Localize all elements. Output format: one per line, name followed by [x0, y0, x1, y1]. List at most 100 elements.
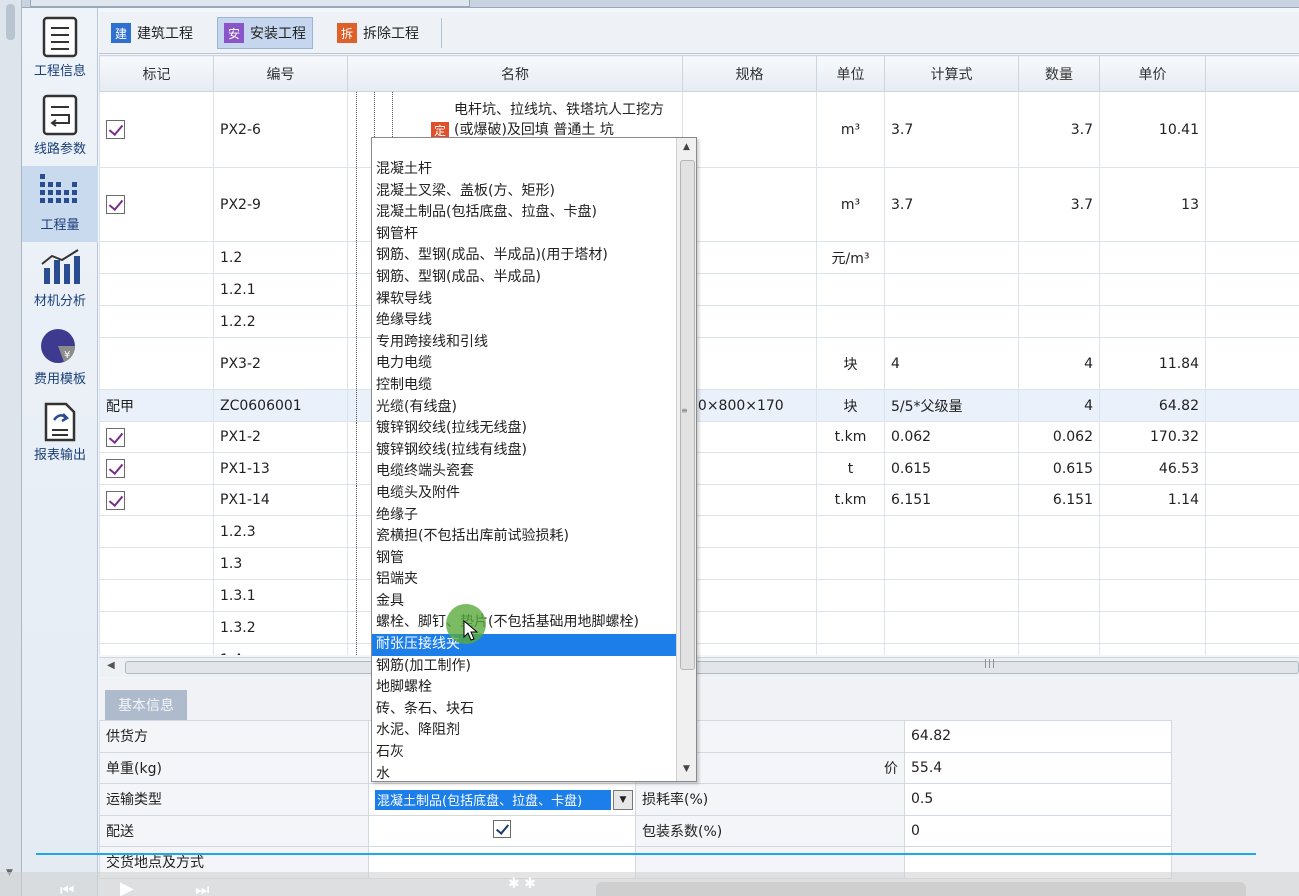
cell-qty[interactable]: [1018, 305, 1100, 338]
dropdown-option[interactable]: 专用跨接线和引线: [372, 332, 676, 354]
cell-spec[interactable]: [682, 337, 817, 390]
table-row[interactable]: 配甲 ZC0606001 00×800×170 块 5/5*父级量 4 64.82: [99, 389, 1299, 422]
dropdown-option[interactable]: 电缆头及附件: [372, 483, 676, 505]
table-row[interactable]: PX2-9 m³ 3.7 3.7 13: [99, 167, 1299, 242]
cell-unit[interactable]: m³: [816, 167, 885, 242]
nav-item-project-info[interactable]: 工程信息: [22, 12, 98, 88]
table-row[interactable]: 1.2.2: [99, 305, 1299, 338]
dropdown-option[interactable]: 耐张压接线夹: [372, 634, 676, 656]
cell-spec[interactable]: [682, 273, 817, 306]
cell-total[interactable]: [1205, 389, 1299, 422]
dropdown-scroll-thumb[interactable]: [680, 160, 695, 670]
dropdown-option[interactable]: 光缆(有线盘): [372, 397, 676, 419]
cell-price[interactable]: [1099, 611, 1206, 644]
dropdown-option[interactable]: 金具: [372, 591, 676, 613]
cell-qty[interactable]: 0.062: [1018, 421, 1100, 453]
cell-total[interactable]: [1205, 273, 1299, 306]
cell-unit[interactable]: [816, 305, 885, 338]
outer-left-scrollbar[interactable]: ▼: [0, 0, 22, 896]
cell-price[interactable]: 10.41: [1099, 91, 1206, 168]
dropdown-scrollbar[interactable]: ▲ ≡ ▼: [676, 138, 696, 781]
cell-code[interactable]: 1.2.2: [213, 305, 348, 338]
cell-code[interactable]: 1.4: [213, 643, 348, 655]
cell-qty[interactable]: [1018, 643, 1100, 655]
cell-formula[interactable]: [884, 273, 1019, 306]
info-value[interactable]: 0.5: [904, 783, 1172, 816]
cell-unit[interactable]: t.km: [816, 421, 885, 453]
cell-unit[interactable]: [816, 515, 885, 548]
cell-mark[interactable]: [99, 337, 214, 390]
nav-item-fee-template[interactable]: ¥ 费用模板: [22, 320, 98, 396]
dropdown-option[interactable]: 钢管: [372, 548, 676, 570]
chevron-down-icon[interactable]: ▼: [613, 790, 633, 811]
tab-installation[interactable]: 安 安装工程: [217, 17, 313, 49]
cell-formula[interactable]: 3.7: [884, 91, 1019, 168]
scroll-down-icon[interactable]: ▼: [683, 764, 690, 774]
cell-formula[interactable]: [884, 643, 1019, 655]
cell-spec[interactable]: [682, 452, 817, 485]
cell-price[interactable]: 13: [1099, 167, 1206, 242]
dropdown-option[interactable]: 绝缘子: [372, 505, 676, 527]
cell-total[interactable]: [1205, 91, 1299, 168]
dropdown-option[interactable]: 混凝土杆: [372, 159, 676, 181]
playback-progress-line[interactable]: [36, 853, 1256, 855]
header-price[interactable]: 单价: [1099, 55, 1206, 92]
dropdown-option[interactable]: 石灰: [372, 742, 676, 764]
cell-mark[interactable]: [99, 611, 214, 644]
cell-formula[interactable]: 6.151: [884, 484, 1019, 516]
header-spec[interactable]: 规格: [682, 55, 817, 92]
combo-value[interactable]: 混凝土制品(包括底盘、拉盘、卡盘): [375, 790, 611, 811]
cell-price[interactable]: 64.82: [1099, 389, 1206, 422]
cell-unit[interactable]: 块: [816, 389, 885, 422]
cell-spec[interactable]: [682, 305, 817, 338]
row-checkbox[interactable]: [106, 459, 125, 478]
dropdown-option[interactable]: 钢筋(加工制作): [372, 656, 676, 678]
table-row[interactable]: PX1-13 t 0.615 0.615 46.53: [99, 452, 1299, 485]
cell-mark[interactable]: [99, 484, 214, 516]
cell-unit[interactable]: 块: [816, 337, 885, 390]
cell-qty[interactable]: [1018, 273, 1100, 306]
cell-mark[interactable]: [99, 515, 214, 548]
previous-icon[interactable]: ⏮: [60, 880, 74, 896]
cell-formula[interactable]: [884, 305, 1019, 338]
dropdown-option[interactable]: 电力电缆: [372, 353, 676, 375]
cell-formula[interactable]: 0.615: [884, 452, 1019, 485]
cell-code[interactable]: 1.3.1: [213, 579, 348, 612]
cell-mark[interactable]: [99, 421, 214, 453]
table-row[interactable]: 1.2 元/m³: [99, 241, 1299, 274]
cell-total[interactable]: [1205, 305, 1299, 338]
cell-qty[interactable]: 3.7: [1018, 91, 1100, 168]
cell-qty[interactable]: [1018, 547, 1100, 580]
cell-code[interactable]: PX1-2: [213, 421, 348, 453]
cell-total[interactable]: [1205, 167, 1299, 242]
dropdown-option[interactable]: 镀锌钢绞线(拉线有线盘): [372, 440, 676, 462]
dropdown-option[interactable]: 地脚螺栓: [372, 677, 676, 699]
info-value[interactable]: 55.4: [904, 751, 1172, 784]
table-row[interactable]: 1.2.3: [99, 515, 1299, 548]
nav-item-report-export[interactable]: 报表输出: [22, 396, 98, 472]
cell-price[interactable]: 170.32: [1099, 421, 1206, 453]
dropdown-option[interactable]: 瓷横担(不包括出库前试验损耗): [372, 526, 676, 548]
cell-total[interactable]: [1205, 611, 1299, 644]
cell-unit[interactable]: [816, 547, 885, 580]
nav-item-quantity[interactable]: 工程量: [22, 166, 98, 242]
cell-spec[interactable]: [682, 643, 817, 655]
cell-total[interactable]: [1205, 515, 1299, 548]
cell-spec[interactable]: [682, 241, 817, 274]
cell-price[interactable]: 11.84: [1099, 337, 1206, 390]
table-row[interactable]: 1.3.1: [99, 579, 1299, 612]
cell-unit[interactable]: t.km: [816, 484, 885, 516]
header-total[interactable]: 合价: [1205, 55, 1299, 92]
cell-code[interactable]: 1.2.1: [213, 273, 348, 306]
cell-code[interactable]: PX1-14: [213, 484, 348, 516]
cell-mark[interactable]: [99, 579, 214, 612]
dropdown-option[interactable]: 混凝土叉梁、盖板(方、矩形): [372, 181, 676, 203]
cell-total[interactable]: [1205, 421, 1299, 453]
cell-spec[interactable]: [682, 579, 817, 612]
header-code[interactable]: 编号: [213, 55, 348, 92]
cell-price[interactable]: 46.53: [1099, 452, 1206, 485]
cell-spec[interactable]: [682, 421, 817, 453]
cell-formula[interactable]: 3.7: [884, 167, 1019, 242]
cell-mark[interactable]: [99, 547, 214, 580]
cell-price[interactable]: [1099, 241, 1206, 274]
